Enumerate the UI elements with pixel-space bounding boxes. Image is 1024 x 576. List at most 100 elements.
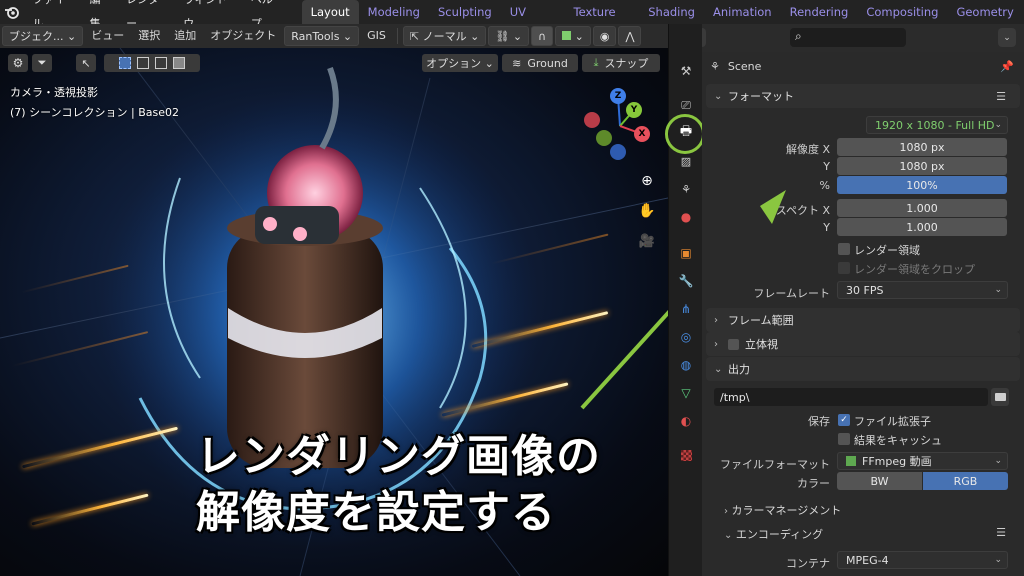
chevron-right-icon: ›	[714, 314, 718, 326]
aspect-y-field[interactable]: 1.000	[837, 218, 1007, 236]
res-x-label: 解像度 X	[785, 143, 830, 156]
orientation-icon: ⇱	[409, 30, 420, 43]
encoding-subpanel-header[interactable]: ⌄ エンコーディング ☰	[724, 526, 1016, 542]
resolution-y-field[interactable]: 1080 px	[837, 157, 1007, 175]
search-input[interactable]: ⌕	[790, 28, 906, 47]
percent-label: %	[819, 179, 830, 192]
format-preset-dropdown[interactable]: 1920 x 1080 - Full HD ⌄	[866, 116, 1008, 134]
output-path-input[interactable]: /tmp\	[714, 388, 988, 406]
tab-object[interactable]: ▣	[677, 244, 695, 262]
workspace-tabs: Layout Modeling Sculpting UV Editing Tex…	[301, 0, 1024, 43]
folder-button[interactable]	[991, 388, 1009, 406]
list-icon[interactable]: ☰	[996, 90, 1006, 103]
scene-name: Scene	[727, 59, 762, 73]
menu-gis[interactable]: GIS	[361, 26, 392, 46]
render-region-checkbox[interactable]	[838, 243, 850, 255]
chevron-down-icon: ⌄	[994, 120, 1002, 130]
properties-panel: ▭⌄ ⌕ ⌄ ⚘ Scene 📌 ⌄ フォーマット ☰ 1920 x 1080 …	[702, 24, 1024, 576]
tab-texture-paint[interactable]: Texture Paint	[565, 0, 640, 43]
framerate-dropdown[interactable]: 30 FPS ⌄	[837, 281, 1008, 299]
resolution-x-field[interactable]: 1080 px	[837, 138, 1007, 156]
scene-icon: ⚘	[681, 182, 691, 196]
tab-world[interactable]: ●	[677, 208, 695, 226]
res-y-label: Y	[823, 160, 830, 173]
aspect-x-field[interactable]: 1.000	[837, 199, 1007, 217]
tab-physics[interactable]: ◎	[677, 328, 695, 346]
list-icon[interactable]: ☰	[996, 526, 1006, 539]
pivot-dropdown[interactable]: ⛓ ⌄	[488, 26, 530, 46]
color-label: カラー	[797, 477, 830, 490]
blender-logo-icon[interactable]	[0, 0, 24, 24]
mode-label: ブジェク...	[9, 30, 64, 43]
tab-constraints[interactable]: ◍	[677, 356, 695, 374]
3d-viewport[interactable]: ⚙ ⏷ ↖ オプション ⌄ ≋ Ground ⤓ スナップ カメラ・透視投影 (7)…	[0, 48, 668, 576]
tab-tool[interactable]: ⚒	[677, 62, 695, 80]
pin-icon[interactable]: 📌	[1000, 60, 1014, 73]
save-label: 保存	[808, 415, 830, 428]
color-bw-button[interactable]: BW	[837, 472, 922, 490]
tab-render[interactable]: ⎚	[677, 96, 695, 114]
tool-icon: ⚒	[680, 64, 692, 78]
framerate-value: 30 FPS	[846, 283, 884, 297]
color-management-title: カラーマネージメント	[731, 504, 842, 517]
mode-dropdown[interactable]: ブジェク... ⌄	[2, 26, 84, 46]
tab-scene[interactable]: ⚘	[677, 180, 695, 198]
proportional-toggle[interactable]: ◉	[592, 26, 617, 46]
file-extension-checkbox[interactable]: ✓	[838, 414, 850, 426]
chevron-down-icon: ⌄	[724, 530, 733, 541]
tab-shading[interactable]: Shading	[639, 0, 704, 24]
tab-uv-editing[interactable]: UV Editing	[501, 0, 565, 43]
color-management-subpanel[interactable]: › カラーマネージメント	[724, 502, 841, 518]
snap-toggle[interactable]: ∩	[531, 26, 554, 46]
tab-layout[interactable]: Layout	[301, 0, 359, 24]
tab-rendering[interactable]: Rendering	[781, 0, 858, 24]
transform-orientation-dropdown[interactable]: ⇱ ノーマル ⌄	[402, 26, 487, 46]
menu-select[interactable]: 選択	[132, 26, 166, 46]
format-panel-header[interactable]: ⌄ フォーマット ☰	[706, 84, 1020, 108]
tab-geometry-nodes[interactable]: Geometry No	[947, 0, 1024, 43]
file-format-dropdown[interactable]: FFmpeg 動画 ⌄	[837, 452, 1008, 470]
frame-range-panel-header[interactable]: › フレーム範囲	[706, 308, 1020, 332]
tab-view-layer[interactable]: ▨	[677, 152, 695, 170]
divider	[396, 28, 398, 44]
crop-region-checkbox[interactable]	[838, 262, 850, 274]
chevron-down-icon: ⌄	[994, 456, 1002, 466]
color-rgb-button[interactable]: RGB	[923, 472, 1008, 490]
menu-add[interactable]: 追加	[168, 26, 202, 46]
stereoscopy-panel-header[interactable]: › 立体視	[706, 332, 1020, 356]
constraint-icon: ◍	[680, 358, 692, 372]
tab-texture[interactable]	[677, 446, 695, 464]
properties-header: ▭⌄ ⌕ ⌄	[702, 24, 1024, 52]
tab-animation[interactable]: Animation	[704, 0, 781, 24]
tab-compositing[interactable]: Compositing	[857, 0, 947, 24]
tab-sculpting[interactable]: Sculpting	[429, 0, 501, 24]
frame-range-title: フレーム範囲	[728, 314, 794, 327]
tab-material[interactable]: ◐	[677, 412, 695, 430]
falloff-dropdown[interactable]: ⋀	[618, 26, 642, 46]
menu-object[interactable]: オブジェクト	[204, 26, 282, 46]
object-icon: ▣	[680, 246, 692, 260]
snap-target-dropdown[interactable]: ⌄	[555, 26, 591, 46]
editor-type-dropdown[interactable]: ▭⌄	[702, 28, 706, 47]
options-chevron-button[interactable]: ⌄	[998, 28, 1016, 47]
resolution-percent-slider[interactable]: 100%	[837, 176, 1007, 194]
viewport-header: ブジェク... ⌄ ビュー 選択 追加 オブジェクト RanTools ⌄ GI…	[0, 24, 668, 48]
link-icon: ⛓	[495, 30, 510, 43]
stereoscopy-checkbox[interactable]	[728, 338, 739, 350]
cache-result-checkbox[interactable]	[838, 433, 850, 445]
physics-icon: ◎	[680, 330, 692, 344]
tab-particles[interactable]: ⋔	[677, 300, 695, 318]
encoding-title: エンコーディング	[735, 528, 824, 541]
image-icon: ▨	[680, 154, 692, 168]
world-icon: ●	[680, 210, 692, 224]
rantools-dropdown[interactable]: RanTools ⌄	[284, 26, 360, 46]
caption-line-1: レンダリング画像の	[196, 431, 601, 482]
breadcrumb: ⚘ Scene 📌	[702, 54, 1024, 78]
output-panel-header[interactable]: ⌄ 出力	[706, 357, 1020, 381]
tab-modeling[interactable]: Modeling	[359, 0, 429, 24]
menu-view[interactable]: ビュー	[85, 26, 130, 46]
tab-modifiers[interactable]: 🔧	[677, 272, 695, 290]
tab-data[interactable]: ▽	[677, 384, 695, 402]
output-title: 出力	[728, 363, 750, 376]
container-dropdown[interactable]: MPEG-4 ⌄	[837, 551, 1008, 569]
